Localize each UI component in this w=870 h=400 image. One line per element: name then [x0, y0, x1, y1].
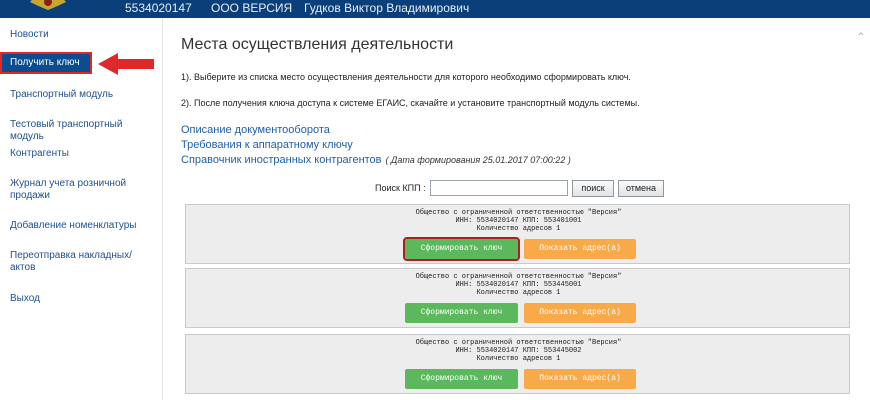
org-inn-kpp: ИНН: 5534020147 КПП: 553445001	[455, 281, 582, 289]
sidebar-item-retail-journal[interactable]: Журнал учета розничной продажи	[10, 178, 150, 202]
org-card-info: Общество с ограниченной ответственностью…	[186, 339, 851, 363]
show-address-button[interactable]: Показать адрес(а)	[524, 239, 636, 259]
search-kpp-input[interactable]	[430, 180, 568, 196]
instruction-2: 2). После получения ключа доступа к сист…	[181, 98, 640, 108]
top-header: 5534020147 ООО ВЕРСИЯ Гудков Виктор Влад…	[0, 0, 870, 18]
sidebar-item-add-nomenclature[interactable]: Добавление номенклатуры	[10, 220, 150, 232]
org-inn-kpp: ИНН: 5534020147 КПП: 553401001	[455, 217, 582, 225]
org-address-count: Количество адресов 1	[476, 289, 561, 297]
link-key-requirements[interactable]: Требования к аппаратному ключу	[181, 139, 353, 151]
eagle-emblem-icon	[30, 0, 66, 10]
cancel-button[interactable]: отмена	[618, 180, 664, 197]
link-doc-flow[interactable]: Описание документооборота	[181, 124, 330, 136]
org-card-info: Общество с ограниченной ответственностью…	[186, 273, 851, 297]
search-label: Поиск КПП :	[375, 183, 426, 193]
sidebar-item-contractors[interactable]: Контрагенты	[10, 148, 150, 160]
org-address-count: Количество адресов 1	[476, 225, 561, 233]
sidebar-item-news[interactable]: Новости	[10, 29, 150, 41]
header-org: ООО ВЕРСИЯ	[211, 1, 293, 15]
org-name: Общество с ограниченной ответственностью…	[415, 273, 622, 281]
date-generated: ( Дата формирования 25.01.2017 07:00:22 …	[385, 155, 571, 165]
org-inn-kpp: ИНН: 5534020147 КПП: 553445002	[455, 347, 582, 355]
red-arrow-left-icon	[98, 53, 154, 75]
foreign-contractors-row: Справочник иностранных контрагентов( Дат…	[181, 154, 571, 166]
generate-key-button[interactable]: Сформировать ключ	[405, 369, 518, 389]
link-foreign-contractors[interactable]: Справочник иностранных контрагентов	[181, 154, 382, 166]
header-user: Гудков Виктор Владимирович	[304, 1, 470, 15]
sidebar-item-get-key[interactable]: Получить ключ	[0, 52, 92, 74]
main-content: Места осуществления деятельности ⌃ 1). В…	[163, 18, 870, 400]
sidebar-item-test-transport-module[interactable]: Тестовый транспортный модуль	[10, 119, 150, 143]
show-address-button[interactable]: Показать адрес(а)	[524, 303, 636, 323]
org-card: Общество с ограниченной ответственностью…	[185, 204, 850, 264]
org-card: Общество с ограниченной ответственностью…	[185, 334, 850, 394]
show-address-button[interactable]: Показать адрес(а)	[524, 369, 636, 389]
sidebar: Новости Получить ключ Транспортный модул…	[0, 18, 163, 400]
chevron-up-icon[interactable]: ⌃	[856, 30, 866, 44]
generate-key-button[interactable]: Сформировать ключ	[405, 303, 518, 323]
search-button[interactable]: поиск	[572, 180, 614, 197]
sidebar-item-logout[interactable]: Выход	[10, 293, 150, 305]
instruction-1: 1). Выберите из списка место осуществлен…	[181, 72, 631, 82]
org-name: Общество с ограниченной ответственностью…	[415, 209, 622, 217]
org-card: Общество с ограниченной ответственностью…	[185, 268, 850, 328]
sidebar-item-transport-module[interactable]: Транспортный модуль	[10, 89, 150, 101]
header-inn: 5534020147	[125, 1, 192, 15]
org-card-info: Общество с ограниченной ответственностью…	[186, 209, 851, 233]
org-address-count: Количество адресов 1	[476, 355, 561, 363]
org-name: Общество с ограниченной ответственностью…	[415, 339, 622, 347]
generate-key-button[interactable]: Сформировать ключ	[403, 237, 520, 261]
page-title: Места осуществления деятельности	[181, 36, 454, 53]
sidebar-item-resend-invoices[interactable]: Переотправка накладных/актов	[10, 250, 150, 274]
